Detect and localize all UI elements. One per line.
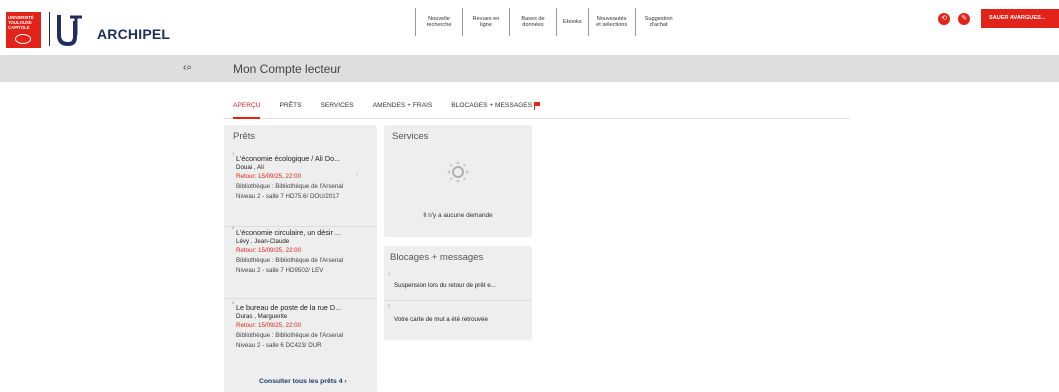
gear-icon [447,161,469,183]
blocks-messages-card: Blocages + messages 1 Suspension lors du… [384,246,532,340]
page-title: Mon Compte lecteur [233,62,342,76]
nav-label: Nouvelle recherche [426,15,452,28]
loans-card-title[interactable]: Prêts [233,131,255,142]
message-index: 2 [388,303,391,308]
loan-location: Bibliothèque : Bibliothèque de l'Arsenal… [236,332,344,349]
loan-return-date: Retour: 15/09/25, 22:00 [236,322,302,329]
history-icon[interactable]: ⟲ [938,13,950,25]
loan-return-date: Retour: 15/09/25, 22:00 [236,173,302,180]
loan-index: 3 [232,300,235,305]
nav-journals[interactable]: Revues en ligne [462,8,509,36]
flag-icon [534,102,541,110]
nav-label: Revues en ligne [472,15,500,28]
blocks-card-title[interactable]: Blocages + messages [390,252,483,263]
tab-services[interactable]: SERVICES [320,97,353,119]
tab-label: PRÊTS [279,102,302,109]
tab-label: APERÇU [233,102,261,109]
seal-icon [15,34,31,44]
loan-author: Douai , Ali [236,164,264,171]
services-card-title[interactable]: Services [392,131,428,142]
logo-line: CAPITOLE [8,25,30,30]
account-bar: ‹⌕ Mon Compte lecteur [0,55,1059,82]
loan-location: Bibliothèque : Bibliothèque de l'Arsenal… [236,257,344,274]
loan-title: Le bureau de poste de la rue D... [236,303,342,312]
tab-loans[interactable]: PRÊTS [279,97,301,119]
header: UNIVERSITÉ TOULOUSE CAPITOLE ARCHIPEL No… [0,0,1059,52]
empty-services-text: Il n'y a aucune demande [423,212,493,219]
nav-purchase-suggestion[interactable]: Suggestion d'achat [634,8,682,36]
ut1-logo[interactable]: UNIVERSITÉ TOULOUSE CAPITOLE [6,12,41,48]
nav-new-search[interactable]: Nouvelle recherche [415,8,462,36]
loan-author: Duras , Marguerite [236,313,288,320]
nav-ebooks[interactable]: Ebooks [556,8,588,36]
tab-label: SERVICES [320,102,354,109]
nav-new-arrivals[interactable]: Nouveautés et sélections [587,8,635,36]
message-item[interactable]: 1 Suspension lors du retour de prêt e... [384,271,532,301]
loan-location: Bibliothèque : Bibliothèque de l'Arsenal… [236,183,344,200]
nav-label: Ebooks [563,18,582,25]
nav-label: Nouveautés et sélections [596,15,628,28]
loan-title: L'économie écologique / Ali Do... [236,154,341,163]
account-tabs: APERÇU PRÊTS SERVICES AMENDES + FRAIS BL… [223,97,850,119]
chevron-right-icon: › [356,171,359,178]
loan-index: 1 [232,151,235,156]
loan-item[interactable]: 3 Le bureau de poste de la rue D... Dura… [224,300,377,376]
back-search-icon[interactable]: ‹⌕ [183,62,192,73]
loan-item[interactable]: 1 L'économie écologique / Ali Do... Doua… [224,151,377,227]
u-logo-icon [57,15,82,47]
top-nav: Nouvelle recherche Revues en ligne Bases… [415,8,682,36]
loan-author: Lévy , Jean-Claude [236,238,290,245]
message-text: Votre carte de mut a été retrouvée [394,316,488,323]
message-index: 1 [388,271,391,276]
see-all-loans-link[interactable]: Consulter tous les prêts 4 › [259,378,347,385]
tab-label: BLOCAGES + MESSAGES [451,102,533,109]
nav-label: Bases de données [521,15,545,28]
nav-databases[interactable]: Bases de données [509,8,556,36]
loan-title: L'économie circulaire, un désir ... [236,228,341,237]
tab-label: AMENDES + FRAIS [372,102,433,109]
pin-icon[interactable]: ✎ [958,13,970,25]
services-card: Services Il n'y a aucune demande [384,125,532,237]
message-text: Suspension lors du retour de prêt e... [394,282,496,289]
nav-label: Suggestion d'achat [644,15,673,28]
logo-divider [49,12,50,46]
loans-card: Prêts 1 L'économie écologique / Ali Do..… [224,125,377,392]
loan-item[interactable]: 2 L'économie circulaire, un désir ... Lé… [224,225,377,299]
brand-name[interactable]: ARCHIPEL [97,26,170,42]
tab-fines[interactable]: AMENDES + FRAIS [373,97,433,119]
user-menu-button[interactable]: SAUER AVARGUES... [981,9,1059,28]
loan-index: 2 [232,225,235,230]
tab-blocks-messages[interactable]: BLOCAGES + MESSAGES [451,97,541,119]
tab-overview[interactable]: APERÇU [233,97,261,119]
message-item[interactable]: 2 Votre carte de mut a été retrouvée [384,303,532,333]
loan-return-date: Retour: 15/09/25, 22:00 [236,247,302,254]
